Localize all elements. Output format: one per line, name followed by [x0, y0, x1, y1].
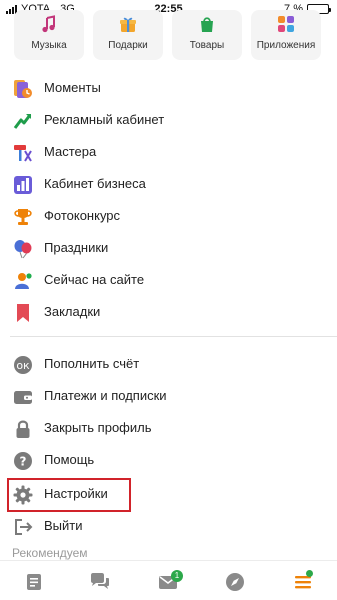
menu-item-holidays[interactable]: Праздники [0, 232, 337, 264]
menu-item-photo-contest[interactable]: Фотоконкурс [0, 200, 337, 232]
help-icon: ? [14, 452, 32, 470]
menu-item-label: Фотоконкурс [44, 208, 121, 223]
apps-icon [278, 16, 294, 32]
tile-gifts[interactable]: Подарки [93, 10, 163, 60]
menu-item-logout[interactable]: Выйти [0, 510, 337, 542]
menu-item-label: Праздники [44, 240, 109, 255]
menu-item-close-profile[interactable]: Закрыть профиль [0, 412, 337, 444]
tile-label: Приложения [256, 40, 316, 51]
settings-highlight-box [7, 478, 131, 512]
recommend-heading: Рекомендуем [12, 546, 88, 560]
menu-item-masters[interactable]: Мастера [0, 136, 337, 168]
menu-item-label: Пополнить счёт [44, 356, 140, 371]
top-up-coin-icon: ок [14, 356, 32, 374]
balloons-icon [14, 240, 32, 259]
music-icon [42, 15, 55, 33]
menu-item-label: Моменты [44, 80, 101, 95]
tile-label: Подарки [108, 40, 148, 51]
menu-item-bookmarks[interactable]: Закладки [0, 296, 337, 328]
bottom-tab-bar: 1 [0, 560, 337, 600]
tile-label: Товары [189, 40, 225, 51]
masters-tools-icon [14, 145, 32, 162]
menu-item-ads-cabinet[interactable]: Рекламный кабинет [0, 104, 337, 136]
menu-item-label: Помощь [44, 452, 95, 467]
discussions-icon[interactable] [89, 571, 111, 593]
tile-goods[interactable]: Товары [172, 10, 242, 60]
menu-item-business-cabinet[interactable]: Кабинет бизнеса [0, 168, 337, 200]
menu-item-online-now[interactable]: Сейчас на сайте [0, 264, 337, 296]
gift-icon [120, 17, 136, 32]
divider [10, 336, 337, 337]
shopping-bag-icon [201, 17, 213, 32]
bookmark-icon [17, 304, 29, 322]
menu-item-moments[interactable]: Моменты [0, 72, 337, 104]
trophy-icon [14, 209, 32, 225]
lock-icon [16, 420, 30, 438]
menu-item-label: Закладки [44, 304, 101, 319]
wallet-icon [14, 391, 32, 404]
messages-badge: 1 [171, 570, 183, 582]
menu-item-payments[interactable]: Платежи и подписки [0, 380, 337, 412]
compass-icon[interactable] [224, 571, 246, 593]
business-bars-icon [14, 176, 32, 194]
ads-chart-icon [13, 114, 32, 129]
feed-icon[interactable] [24, 571, 46, 593]
tile-music[interactable]: Музыка [14, 10, 84, 60]
menu-item-label: Мастера [44, 144, 97, 159]
menu-item-top-up[interactable]: ок Пополнить счёт [0, 348, 337, 380]
menu-item-label: Рекламный кабинет [44, 112, 165, 127]
logout-icon [15, 519, 33, 535]
menu-notification-dot [306, 570, 313, 577]
svg-text:ок: ок [16, 359, 30, 372]
moments-icon [14, 80, 32, 98]
tile-label: Музыка [31, 40, 67, 51]
shortcut-tiles: Музыка Подарки Товары Приложения [0, 10, 337, 62]
menu-item-label: Сейчас на сайте [44, 272, 145, 287]
menu-item-help[interactable]: ? Помощь [0, 444, 337, 476]
svg-text:?: ? [20, 455, 27, 469]
menu-item-label: Выйти [44, 518, 83, 533]
menu-item-label: Кабинет бизнеса [44, 176, 146, 191]
tile-apps[interactable]: Приложения [251, 10, 321, 60]
online-users-icon [15, 273, 32, 289]
menu-item-label: Закрыть профиль [44, 420, 152, 435]
menu-item-label: Платежи и подписки [44, 388, 167, 403]
